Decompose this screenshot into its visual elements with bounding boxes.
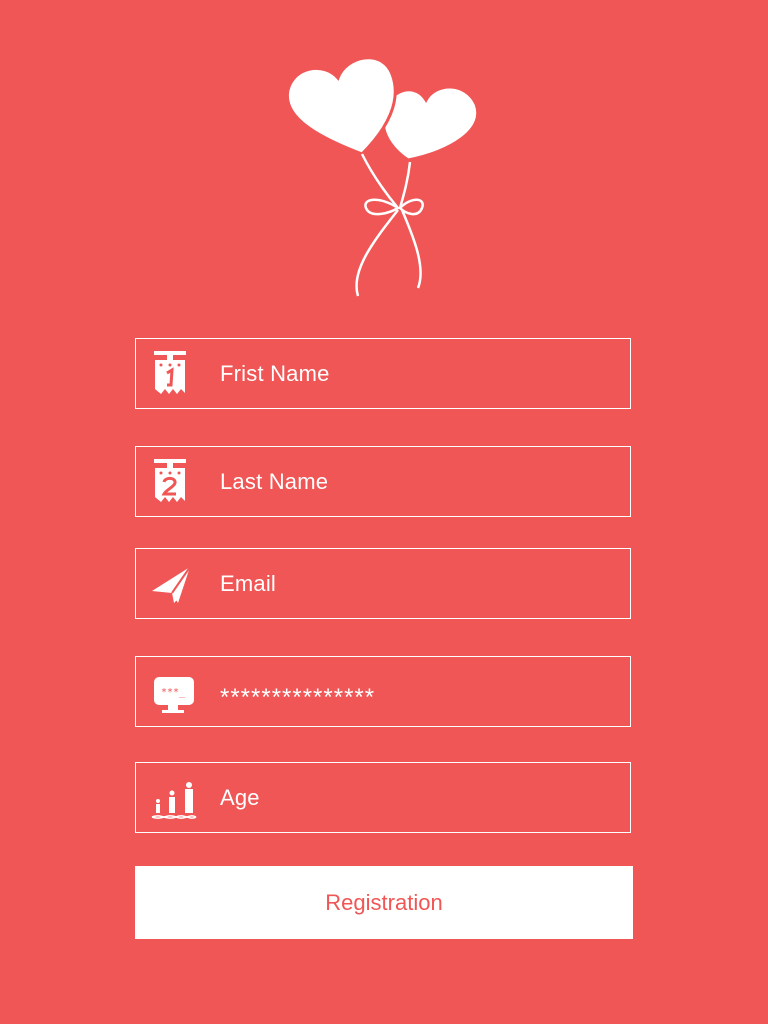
password-input: *************** <box>220 683 376 711</box>
heart-balloons-icon <box>280 48 488 304</box>
password-monitor-icon: ***_ <box>150 667 198 717</box>
badge-2-icon <box>150 457 198 507</box>
password-field[interactable]: ***_ *************** <box>135 656 631 727</box>
first-name-placeholder: Frist Name <box>220 360 330 386</box>
email-placeholder: Email <box>220 570 277 596</box>
paper-plane-icon <box>150 559 198 609</box>
svg-text:***_: ***_ <box>161 687 186 698</box>
email-field[interactable]: Email <box>135 548 631 619</box>
last-name-field[interactable]: Last Name <box>135 446 631 517</box>
registration-button[interactable]: Registration <box>135 866 633 939</box>
age-field[interactable]: Age <box>135 762 631 833</box>
first-name-field[interactable]: Frist Name <box>135 338 631 409</box>
people-growth-dna-icon <box>150 773 198 823</box>
badge-1-icon <box>150 349 198 399</box>
age-placeholder: Age <box>220 784 260 810</box>
last-name-placeholder: Last Name <box>220 468 329 494</box>
